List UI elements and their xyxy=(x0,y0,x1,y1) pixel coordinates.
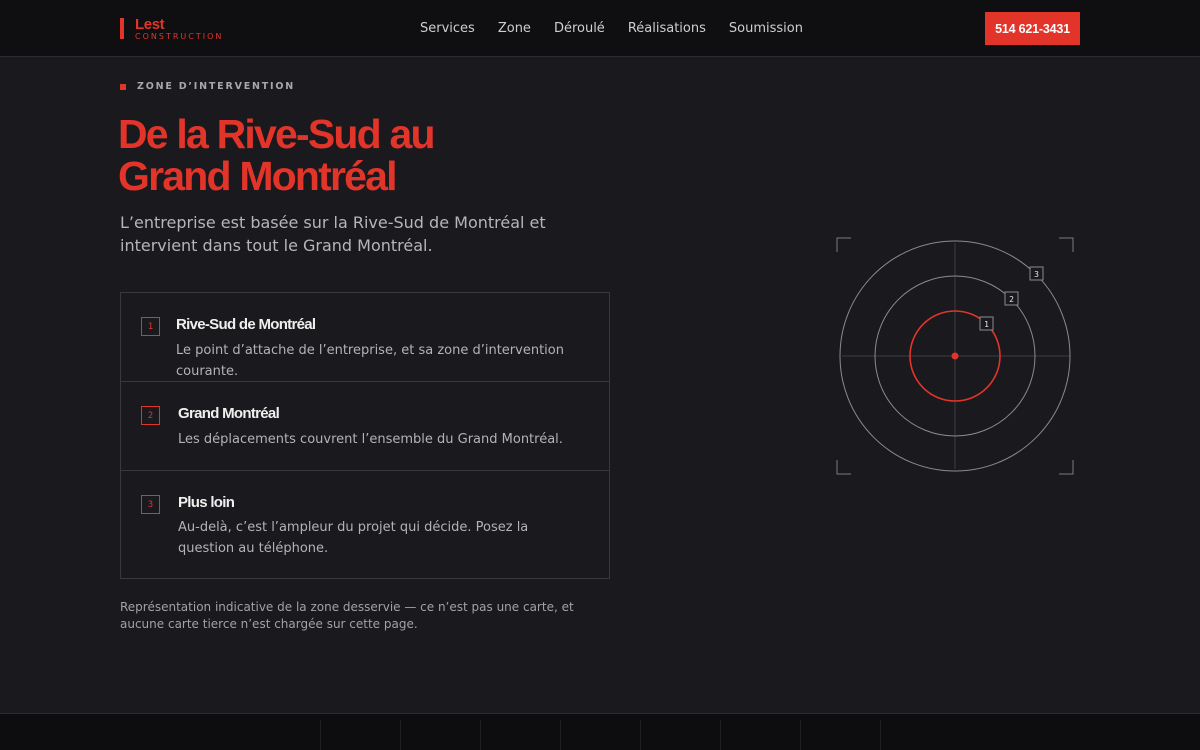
ring-label-text: 3 xyxy=(1034,270,1039,279)
nav-link-realisations[interactable]: Réalisations xyxy=(628,21,706,36)
main-nav: Services Zone Déroulé Réalisations Soumi… xyxy=(420,0,803,57)
zone-title: Grand Montréal xyxy=(178,405,280,422)
section-eyebrow: ZONE D’INTERVENTION xyxy=(120,81,295,92)
ring-label-2: 2 xyxy=(1004,291,1019,306)
divider xyxy=(400,720,401,750)
divider xyxy=(320,720,321,750)
corner-bracket-bottom-right xyxy=(1059,460,1074,475)
lead-paragraph: L’entreprise est basée sur la Rive-Sud d… xyxy=(120,213,546,255)
site-header: Lest CONSTRUCTION Services Zone Déroulé … xyxy=(0,0,1200,57)
ring-label-text: 1 xyxy=(984,320,989,329)
divider xyxy=(560,720,561,750)
brand-text: Lest CONSTRUCTION xyxy=(135,17,223,41)
divider xyxy=(880,720,881,750)
nav-link-services[interactable]: Services xyxy=(420,21,475,36)
title-line-2: Grand Montréal xyxy=(118,153,398,199)
ring-label-text: 2 xyxy=(1009,295,1014,304)
zone-item-grand-montreal: 2 Grand Montréal Les déplacements couvre… xyxy=(121,382,609,471)
divider xyxy=(480,720,481,750)
corner-bracket-bottom-left xyxy=(836,460,851,475)
service-area-diagram: 3 2 1 xyxy=(836,237,1074,475)
zone-number-badge: 1 xyxy=(141,317,160,336)
red-dot-icon xyxy=(951,352,959,360)
zone-title: Plus loin xyxy=(178,494,235,511)
zone-list: 1 Rive-Sud de Montréal Le point d’attach… xyxy=(120,292,610,579)
corner-bracket-top-right xyxy=(1059,237,1074,252)
ring-label-3: 3 xyxy=(1029,266,1044,281)
zone-item-plus-loin: 3 Plus loin Au-delà, c’est l’ampleur du … xyxy=(121,471,609,579)
eyebrow-label: ZONE D’INTERVENTION xyxy=(137,81,296,92)
zone-title: Rive-Sud de Montréal xyxy=(176,316,316,333)
nav-link-zone[interactable]: Zone xyxy=(498,21,531,36)
divider xyxy=(720,720,721,750)
title-line-1: De la Rive-Sud au xyxy=(118,111,436,157)
zone-description: Au-delà, c’est l’ampleur du projet qui d… xyxy=(178,520,529,556)
divider xyxy=(800,720,801,750)
phone-call-button[interactable]: 514 621-3431 xyxy=(985,12,1080,45)
page-title: De la Rive-Sud au Grand Montréal xyxy=(118,113,638,197)
red-square-icon xyxy=(120,83,126,90)
corner-bracket-top-left xyxy=(836,237,851,252)
next-section-preview xyxy=(0,713,1200,750)
red-bar-icon xyxy=(120,18,124,39)
zone-item-rive-sud: 1 Rive-Sud de Montréal Le point d’attach… xyxy=(121,293,609,382)
zone-description: Le point d’attache de l’entreprise, et s… xyxy=(176,343,564,379)
nav-link-soumission[interactable]: Soumission xyxy=(729,21,803,36)
footnote: Représentation indicative de la zone des… xyxy=(120,600,574,631)
brand-name: Lest xyxy=(135,16,165,33)
zone-number-badge: 3 xyxy=(141,495,160,514)
divider xyxy=(640,720,641,750)
nav-link-deroule[interactable]: Déroulé xyxy=(554,21,605,36)
zone-description: Les déplacements couvrent l’ensemble du … xyxy=(178,432,563,447)
brand-subtitle: CONSTRUCTION xyxy=(135,32,224,41)
zone-number-badge: 2 xyxy=(141,406,160,425)
brand-logo[interactable]: Lest CONSTRUCTION xyxy=(120,17,223,41)
ring-label-1: 1 xyxy=(979,316,994,331)
